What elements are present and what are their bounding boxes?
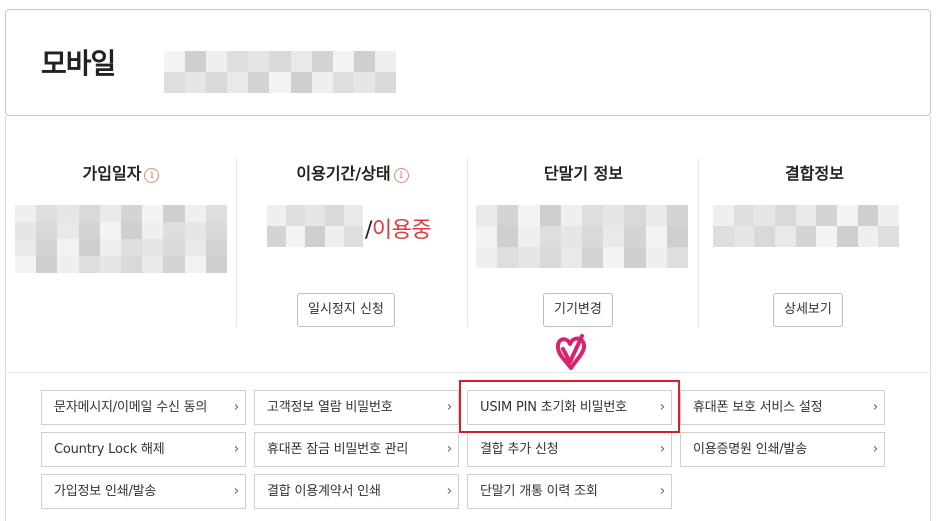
chevron-right-icon: › xyxy=(233,399,240,415)
menu-item-label: 휴대폰 보호 서비스 설정 xyxy=(693,400,823,415)
menu-item-1-1[interactable]: 휴대폰 잠금 비밀번호 관리 › xyxy=(254,432,459,467)
menu-item-label: 결합 추가 신청 xyxy=(480,442,559,457)
heart-check-icon xyxy=(555,334,587,370)
info-icon[interactable]: i xyxy=(144,168,160,183)
masked-join-date xyxy=(15,205,227,273)
menu-item-2-0[interactable]: 가입정보 인쇄/발송 › xyxy=(41,474,246,509)
info-title-usage-status: 이용기간/상태 xyxy=(296,164,391,183)
chevron-right-icon: › xyxy=(233,483,240,499)
device-change-button[interactable]: 기기변경 xyxy=(543,293,613,327)
chevron-right-icon: › xyxy=(446,483,453,499)
menu-item-0-3[interactable]: 휴대폰 보호 서비스 설정 › xyxy=(680,390,885,425)
chevron-right-icon: › xyxy=(446,441,453,457)
info-column-join-date: 가입일자 i xyxy=(6,116,236,371)
chevron-right-icon: › xyxy=(446,399,453,415)
status-badge: 이용중 xyxy=(371,218,432,243)
masked-phone-number xyxy=(164,51,396,93)
masked-device-info xyxy=(476,205,688,268)
details-view-button[interactable]: 상세보기 xyxy=(773,293,843,327)
menu-item-label: 고객정보 열람 비밀번호 xyxy=(267,400,393,415)
highlight-box xyxy=(459,380,680,433)
chevron-right-icon: › xyxy=(659,441,666,457)
chevron-right-icon: › xyxy=(659,483,666,499)
menu-item-label: Country Lock 해제 xyxy=(54,442,165,457)
menu-item-1-3[interactable]: 이용증명원 인쇄/발송 › xyxy=(680,432,885,467)
info-title-device-info: 단말기 정보 xyxy=(543,164,624,183)
menu-item-label: 결합 이용계약서 인쇄 xyxy=(267,484,381,499)
menu-item-0-1[interactable]: 고객정보 열람 비밀번호 › xyxy=(254,390,459,425)
info-column-bundle-info: 결합정보 상세보기 xyxy=(699,116,930,371)
info-title-bundle-info: 결합정보 xyxy=(785,164,844,183)
menu-item-1-0[interactable]: Country Lock 해제 › xyxy=(41,432,246,467)
masked-bundle-info xyxy=(713,205,899,247)
page-title: 모바일 xyxy=(41,47,116,80)
masked-usage-period xyxy=(267,205,363,247)
info-column-usage-status: 이용기간/상태 i /이용중 일시정지 신청 xyxy=(237,116,468,371)
status-separator: / xyxy=(365,218,372,243)
chevron-right-icon: › xyxy=(872,399,879,415)
menu-item-label: 가입정보 인쇄/발송 xyxy=(54,484,157,499)
menu-item-label: 문자메시지/이메일 수신 동의 xyxy=(54,400,208,415)
info-icon[interactable]: i xyxy=(393,168,409,183)
section-divider xyxy=(6,372,930,373)
menu-item-2-2[interactable]: 단말기 개통 이력 조회 › xyxy=(467,474,672,509)
menu-item-2-1[interactable]: 결합 이용계약서 인쇄 › xyxy=(254,474,459,509)
menu-item-1-2[interactable]: 결합 추가 신청 › xyxy=(467,432,672,467)
info-title-join-date: 가입일자 xyxy=(82,164,142,183)
chevron-right-icon: › xyxy=(233,441,240,457)
menu-item-0-0[interactable]: 문자메시지/이메일 수신 동의 › xyxy=(41,390,246,425)
menu-item-label: 휴대폰 잠금 비밀번호 관리 xyxy=(267,442,409,457)
menu-item-label: 단말기 개통 이력 조회 xyxy=(480,484,598,499)
menu-item-label: 이용증명원 인쇄/발송 xyxy=(693,442,807,457)
chevron-right-icon: › xyxy=(872,441,879,457)
header-panel: 모바일 xyxy=(5,9,931,116)
suspend-request-button[interactable]: 일시정지 신청 xyxy=(297,293,395,327)
